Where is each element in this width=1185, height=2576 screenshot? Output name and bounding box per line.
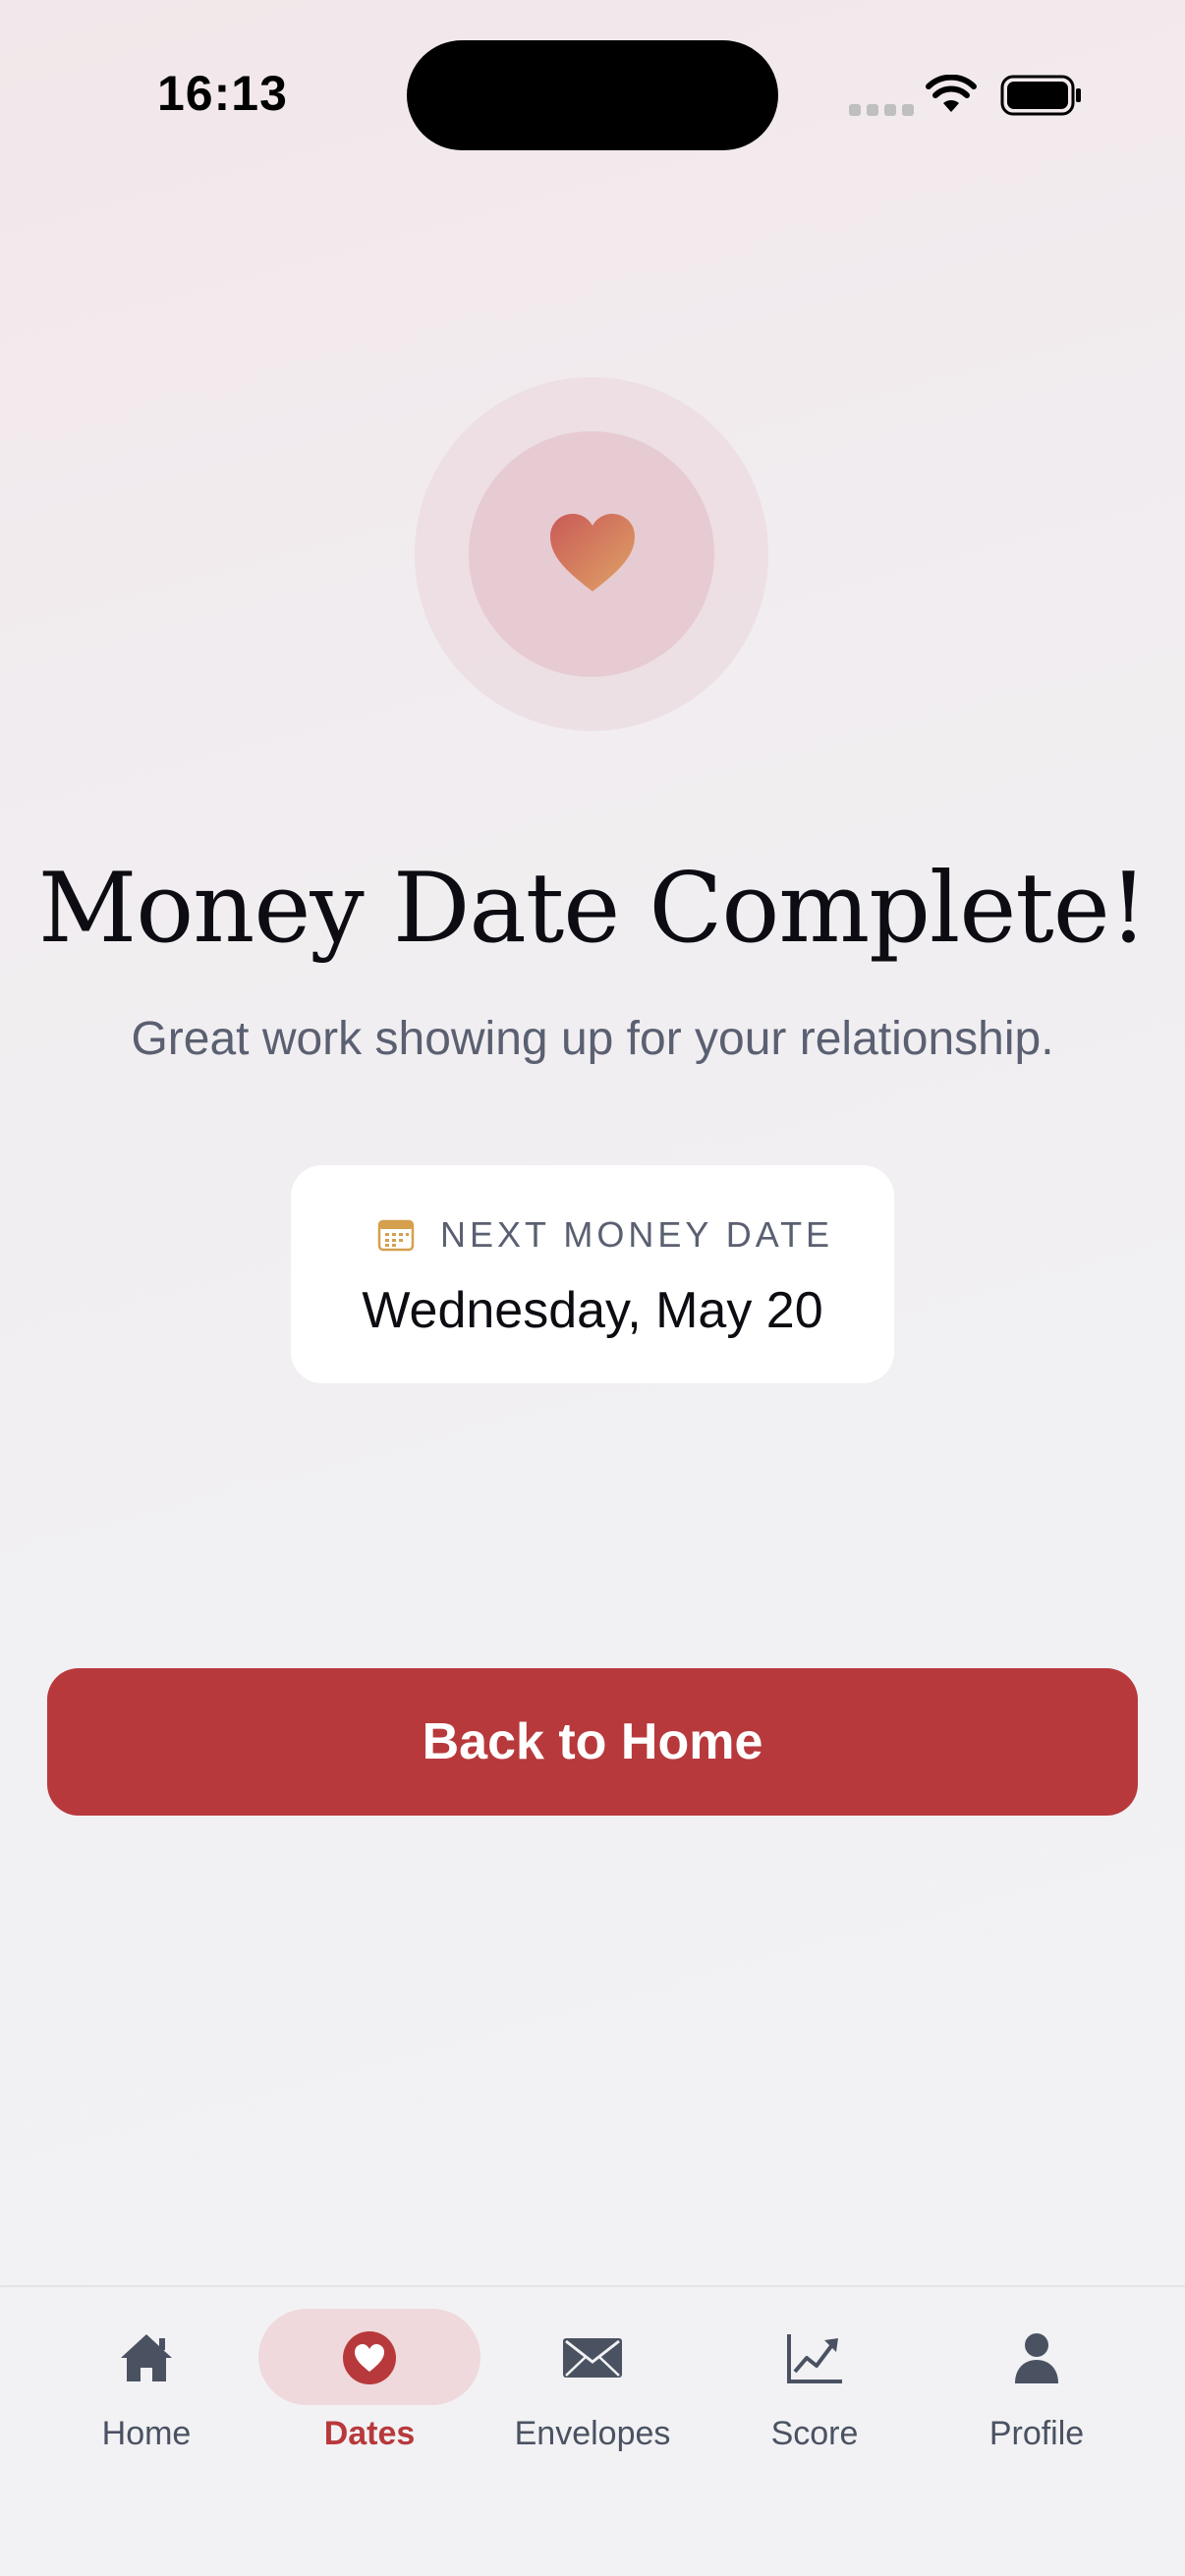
page-title: Money Date Complete! — [37, 853, 1148, 965]
tab-bar: Home Dates Envelopes Score Profile — [0, 2285, 1185, 2576]
next-money-date-label: NEXT MONEY DATE — [440, 1214, 834, 1255]
tab-dates[interactable]: Dates — [258, 2287, 480, 2484]
battery-icon — [1000, 75, 1081, 116]
tab-profile[interactable]: Profile — [926, 2287, 1148, 2484]
envelope-icon — [563, 2338, 622, 2378]
home-icon — [121, 2334, 172, 2381]
back-to-home-button[interactable]: Back to Home — [47, 1668, 1138, 1816]
calendar-icon — [377, 1219, 415, 1252]
chart-icon — [787, 2334, 842, 2383]
wifi-icon — [926, 75, 977, 112]
next-money-date-card: NEXT MONEY DATE Wednesday, May 20 — [291, 1165, 894, 1383]
tab-envelopes[interactable]: Envelopes — [481, 2287, 704, 2484]
tab-profile-label: Profile — [988, 2415, 1085, 2452]
heart-icon — [343, 2331, 396, 2384]
page-subtitle: Great work showing up for your relations… — [131, 1013, 1054, 1065]
status-time: 16:13 — [157, 66, 288, 121]
dynamic-island — [407, 40, 778, 150]
cellular-signal-icon — [849, 104, 914, 116]
heart-icon — [550, 514, 635, 591]
person-icon — [1015, 2333, 1058, 2383]
next-money-date-value: Wednesday, May 20 — [362, 1282, 823, 1339]
tab-home[interactable]: Home — [35, 2287, 257, 2484]
tab-score[interactable]: Score — [704, 2287, 926, 2484]
